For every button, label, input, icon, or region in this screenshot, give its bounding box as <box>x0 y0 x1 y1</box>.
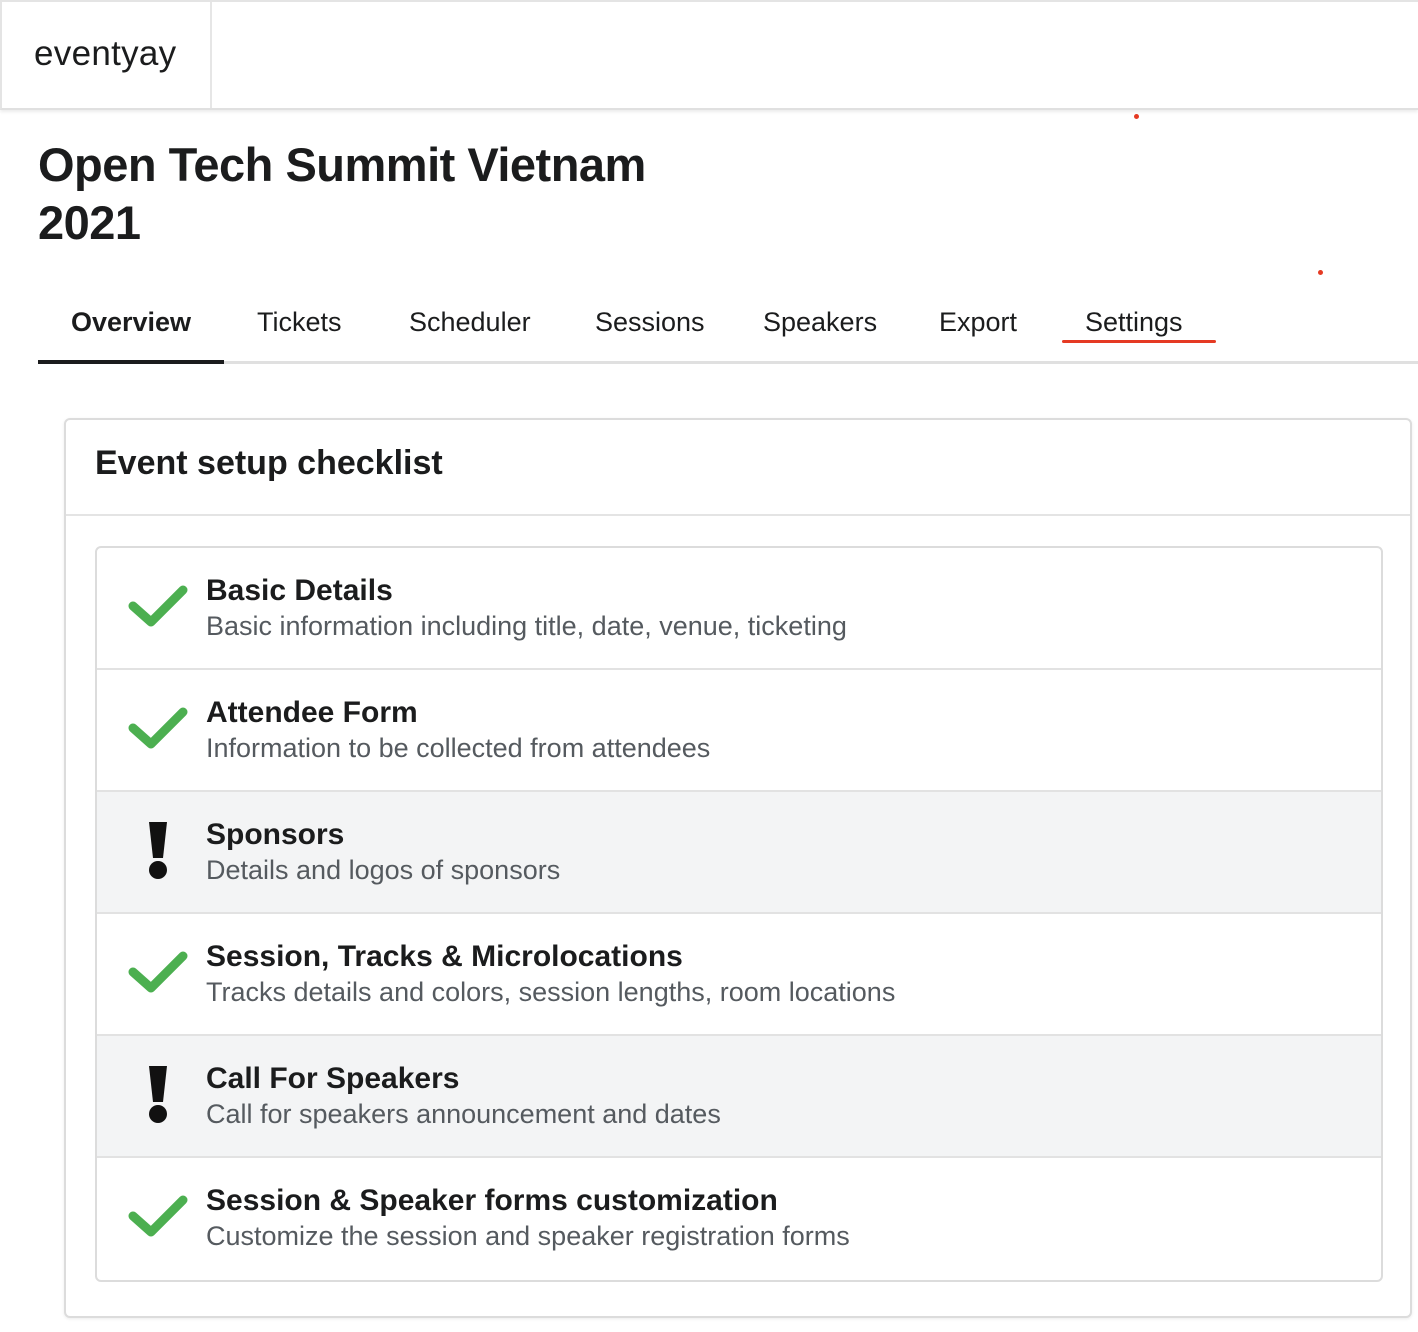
checklist-list: Basic Details Basic information includin… <box>95 546 1383 1282</box>
brand-name[interactable]: eventyay <box>34 34 177 74</box>
checklist-item-description: Information to be collected from attende… <box>206 733 711 763</box>
tab-label: Speakers <box>763 307 878 337</box>
tab-speakers[interactable]: Speakers <box>763 286 877 364</box>
card-title: Event setup checklist <box>95 444 443 482</box>
tab-label: Settings <box>1085 307 1183 337</box>
page-title: Open Tech Summit Vietnam 2021 <box>38 138 646 249</box>
tab-label: Sessions <box>595 307 705 337</box>
checklist-item-title: Attendee Form <box>206 696 418 729</box>
check-icon <box>128 585 188 627</box>
annotation-underline <box>1062 340 1216 343</box>
top-navbar: eventyay <box>0 0 1418 110</box>
checklist-item-title: Session, Tracks & Microlocations <box>206 940 683 973</box>
checklist-item-sponsors[interactable]: Sponsors Details and logos of sponsors <box>97 792 1381 914</box>
checklist-item-description: Call for speakers announcement and dates <box>206 1099 721 1129</box>
checklist-item-title: Sponsors <box>206 818 345 851</box>
event-tabs: Overview Tickets Scheduler Sessions Spea… <box>38 286 1418 364</box>
tab-tickets[interactable]: Tickets <box>257 286 342 364</box>
checklist-item-title: Basic Details <box>206 574 393 607</box>
exclamation-icon <box>149 822 167 879</box>
check-icon <box>128 951 188 993</box>
tab-label: Tickets <box>257 307 342 337</box>
checklist-item-basic-details[interactable]: Basic Details Basic information includin… <box>97 548 1381 670</box>
tab-scheduler[interactable]: Scheduler <box>409 286 531 364</box>
tab-label: Overview <box>70 307 192 337</box>
exclamation-icon <box>149 1066 167 1123</box>
tab-label: Scheduler <box>409 307 531 337</box>
checklist-item-description: Basic information including title, date,… <box>206 611 847 641</box>
annotation-dot <box>1134 114 1139 119</box>
checklist-item-attendee-form[interactable]: Attendee Form Information to be collecte… <box>97 670 1381 792</box>
checklist-item-description: Customize the session and speaker regist… <box>206 1221 850 1251</box>
event-setup-checklist-card: Event setup checklist Basic Details Basi… <box>64 418 1412 1318</box>
check-icon <box>128 1195 188 1237</box>
tab-label: Export <box>939 307 1018 337</box>
checklist-item-title: Call For Speakers <box>206 1062 460 1095</box>
checklist-item-call-for-speakers[interactable]: Call For Speakers Call for speakers anno… <box>97 1036 1381 1158</box>
checklist-item-session-tracks-microlocations[interactable]: Session, Tracks & Microlocations Tracks … <box>97 914 1381 1036</box>
checklist-item-description: Details and logos of sponsors <box>206 855 561 885</box>
tab-export[interactable]: Export <box>939 286 1017 364</box>
tab-overview[interactable]: Overview <box>38 286 224 364</box>
card-header: Event setup checklist <box>66 420 1410 516</box>
checklist-item-title: Session & Speaker forms customization <box>206 1184 778 1217</box>
annotation-dot <box>1318 270 1323 275</box>
check-icon <box>128 707 188 749</box>
checklist-item-description: Tracks details and colors, session lengt… <box>206 977 896 1007</box>
checklist-item-session-speaker-forms[interactable]: Session & Speaker forms customization Cu… <box>97 1158 1381 1280</box>
brand-logo[interactable]: eventyay <box>2 2 212 108</box>
tab-settings[interactable]: Settings <box>1085 286 1183 364</box>
tab-sessions[interactable]: Sessions <box>595 286 705 364</box>
